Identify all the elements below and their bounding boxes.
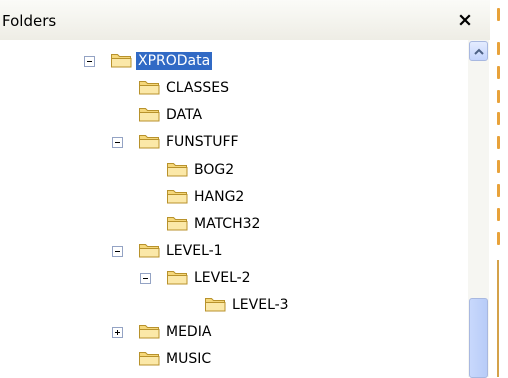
tree-node-label[interactable]: BOG2 bbox=[192, 161, 236, 179]
tree-node-label[interactable]: LEVEL-1 bbox=[164, 242, 225, 260]
folder-icon bbox=[167, 217, 188, 231]
folder-icon bbox=[139, 244, 160, 258]
tree-node[interactable]: MEDIA bbox=[0, 321, 468, 343]
collapse-toggle[interactable] bbox=[112, 246, 123, 257]
collapse-toggle[interactable] bbox=[112, 137, 123, 148]
tree-node-label[interactable]: LEVEL-3 bbox=[230, 296, 291, 314]
tree-node[interactable]: FUNSTUFF bbox=[0, 131, 468, 153]
adjacent-pane-marker bbox=[497, 184, 500, 197]
tree-node-label[interactable]: HANG2 bbox=[192, 188, 246, 206]
tree-node[interactable]: BOG2 bbox=[0, 159, 468, 181]
tree-node[interactable]: CLASSES bbox=[0, 77, 468, 99]
adjacent-pane-marker bbox=[497, 160, 500, 173]
folder-icon bbox=[139, 135, 160, 149]
folder-icon bbox=[167, 271, 188, 285]
tree-node[interactable]: XPROData bbox=[0, 50, 468, 72]
folder-icon bbox=[139, 325, 160, 339]
scroll-thumb[interactable] bbox=[469, 298, 488, 378]
folders-pane-header: Folders bbox=[0, 0, 490, 40]
adjacent-pane-marker bbox=[497, 136, 500, 149]
tree-node-label[interactable]: LEVEL-2 bbox=[192, 269, 253, 287]
tree-node-label[interactable]: FUNSTUFF bbox=[164, 133, 241, 151]
tree-node-label[interactable]: MEDIA bbox=[164, 323, 213, 341]
tree-node-label[interactable]: MATCH32 bbox=[192, 215, 262, 233]
folder-icon bbox=[139, 352, 160, 366]
tree-node[interactable]: DATA bbox=[0, 104, 468, 126]
tree-node[interactable]: LEVEL-2 bbox=[0, 267, 468, 289]
vertical-scrollbar[interactable] bbox=[468, 40, 489, 378]
collapse-toggle[interactable] bbox=[84, 56, 95, 67]
adjacent-pane-marker bbox=[497, 66, 500, 79]
folder-icon bbox=[167, 163, 188, 177]
tree-node[interactable]: LEVEL-1 bbox=[0, 240, 468, 262]
adjacent-pane-marker bbox=[497, 42, 500, 55]
close-icon bbox=[459, 14, 471, 26]
folder-icon bbox=[139, 108, 160, 122]
tree-node-label[interactable]: MUSIC bbox=[164, 350, 213, 368]
folder-icon bbox=[167, 190, 188, 204]
scroll-up-button[interactable] bbox=[469, 41, 488, 61]
folder-icon bbox=[139, 81, 160, 95]
adjacent-pane-marker bbox=[497, 90, 500, 103]
tree-node-label[interactable]: XPROData bbox=[136, 52, 213, 70]
close-button[interactable] bbox=[452, 8, 478, 32]
tree-node-label[interactable]: DATA bbox=[164, 106, 204, 124]
tree-node[interactable]: LEVEL-3 bbox=[0, 294, 468, 316]
folder-icon bbox=[205, 298, 226, 312]
tree-node[interactable]: MATCH32 bbox=[0, 213, 468, 235]
folder-icon bbox=[111, 54, 132, 68]
pane-title: Folders bbox=[2, 12, 57, 30]
chevron-up-icon bbox=[473, 48, 484, 55]
adjacent-pane-marker bbox=[497, 208, 500, 221]
adjacent-pane-marker bbox=[497, 8, 500, 21]
tree-node-label[interactable]: CLASSES bbox=[164, 79, 231, 97]
adjacent-pane-border bbox=[497, 260, 499, 377]
tree-node[interactable]: HANG2 bbox=[0, 186, 468, 208]
folder-tree: XPROData CLASSES DATA FUNSTUFF BOG2 HANG2 MATC… bbox=[0, 40, 468, 377]
expand-toggle[interactable] bbox=[112, 327, 123, 338]
collapse-toggle[interactable] bbox=[140, 273, 151, 284]
adjacent-pane-marker bbox=[497, 112, 500, 125]
tree-node[interactable]: MUSIC bbox=[0, 348, 468, 370]
adjacent-pane-marker bbox=[497, 232, 500, 245]
